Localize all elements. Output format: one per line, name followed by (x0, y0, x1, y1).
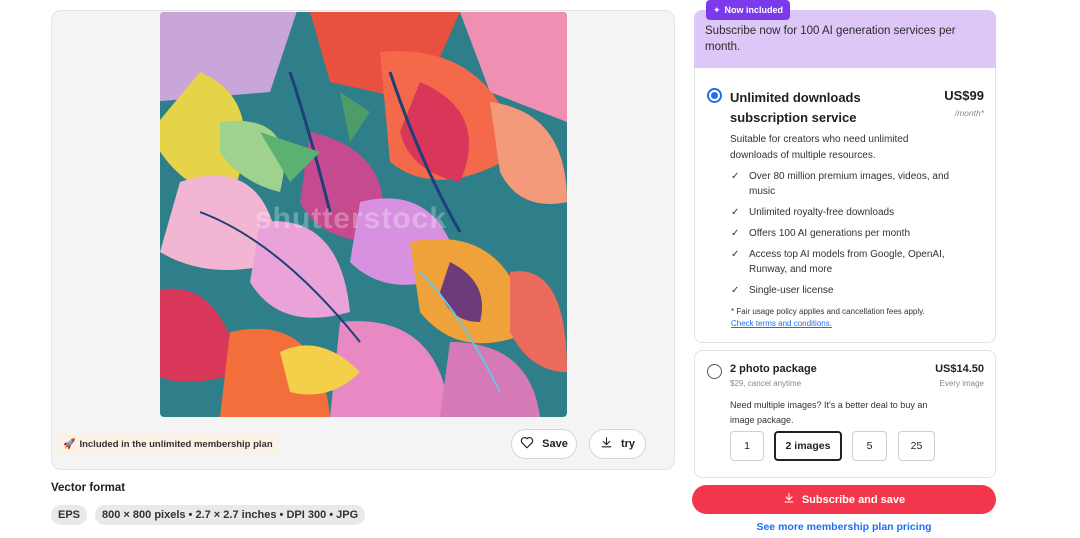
check-icon: ✓ (731, 228, 740, 239)
feature-text: Over 80 million premium images, videos, … (749, 171, 950, 197)
format-title: Vector format (51, 482, 126, 494)
download-icon (600, 436, 613, 452)
feature-item: ✓ Over 80 million premium images, videos,… (731, 169, 951, 199)
promo-text: Subscribe now for 100 AI generation serv… (705, 25, 956, 53)
ai-promo-banner: ✦ Now included Subscribe now for 100 AI … (694, 0, 996, 68)
feature-text: Single-user license (749, 285, 834, 296)
badge-label: Now included (724, 5, 784, 15)
subscription-description: Suitable for creators who need unlimited… (730, 134, 909, 161)
package-price: US$14.50 (935, 363, 984, 375)
more-pricing-link[interactable]: See more membership plan pricing (692, 521, 996, 533)
format-tags: EPS 800 × 800 pixels • 2.7 × 2.7 inches … (51, 505, 366, 525)
download-icon (783, 492, 795, 507)
feature-text: Access top AI models from Google, OpenAI… (749, 249, 945, 275)
subscription-option[interactable]: Unlimited downloads subscription service… (694, 68, 996, 343)
package-price-note: Every image (939, 379, 984, 388)
sparkle-icon: ✦ (713, 4, 721, 15)
package-subtitle: $29, cancel anytime (730, 379, 802, 388)
check-icon: ✓ (731, 285, 740, 296)
rocket-icon: 🚀 (63, 438, 76, 450)
subscription-price: US$99 (944, 88, 984, 103)
feature-item: ✓ Unlimited royalty-free downloads (731, 205, 951, 220)
check-icon: ✓ (731, 207, 740, 218)
feature-text: Unlimited royalty-free downloads (749, 207, 895, 218)
subscribe-and-save-button[interactable]: Subscribe and save (692, 485, 996, 514)
try-button[interactable]: try (589, 429, 646, 459)
now-included-badge: ✦ Now included (706, 0, 791, 20)
subscription-radio[interactable] (707, 88, 722, 103)
floral-artwork-image: shutterstock (160, 12, 567, 417)
membership-plan-chip: 🚀 Included in the unlimited membership p… (57, 434, 279, 454)
feature-item: ✓ Offers 100 AI generations per month (731, 226, 951, 241)
feature-item: ✓ Single-user license (731, 283, 951, 298)
check-icon: ✓ (731, 171, 740, 182)
fair-usage-note: * Fair usage policy applies and cancella… (731, 307, 925, 316)
terms-link[interactable]: Check terms and conditions. (731, 319, 832, 328)
package-description: Need multiple images? It's a better deal… (730, 400, 928, 425)
quantity-option-1[interactable]: 1 (730, 431, 764, 461)
membership-plan-label: Included in the unlimited membership pla… (79, 438, 273, 450)
subscription-period: /month* (954, 108, 984, 118)
quantity-option-5[interactable]: 5 (852, 431, 887, 461)
format-tag: EPS (51, 505, 88, 525)
quantity-option-2[interactable]: 2 images (774, 431, 842, 461)
dimensions-tag: 800 × 800 pixels • 2.7 × 2.7 inches • DP… (95, 505, 366, 525)
feature-list: ✓ Over 80 million premium images, videos,… (731, 169, 951, 304)
try-label: try (620, 438, 636, 450)
preview-card: shutterstock 🚀 Included in the unlimited… (51, 10, 675, 470)
quantity-option-25[interactable]: 25 (898, 431, 935, 461)
subscription-title: Unlimited downloads subscription service (730, 90, 861, 125)
heart-icon (520, 436, 534, 452)
save-label: Save (542, 438, 568, 450)
check-icon: ✓ (731, 249, 740, 260)
save-button[interactable]: Save (511, 429, 577, 459)
package-radio[interactable] (707, 364, 722, 379)
feature-item: ✓ Access top AI models from Google, OpenA… (731, 247, 951, 277)
photo-package-option[interactable]: 2 photo package $29, cancel anytime US$1… (694, 350, 996, 478)
watermark: shutterstock (255, 202, 448, 235)
feature-text: Offers 100 AI generations per month (749, 228, 911, 239)
cta-label: Subscribe and save (801, 493, 906, 506)
package-title: 2 photo package (730, 363, 817, 375)
